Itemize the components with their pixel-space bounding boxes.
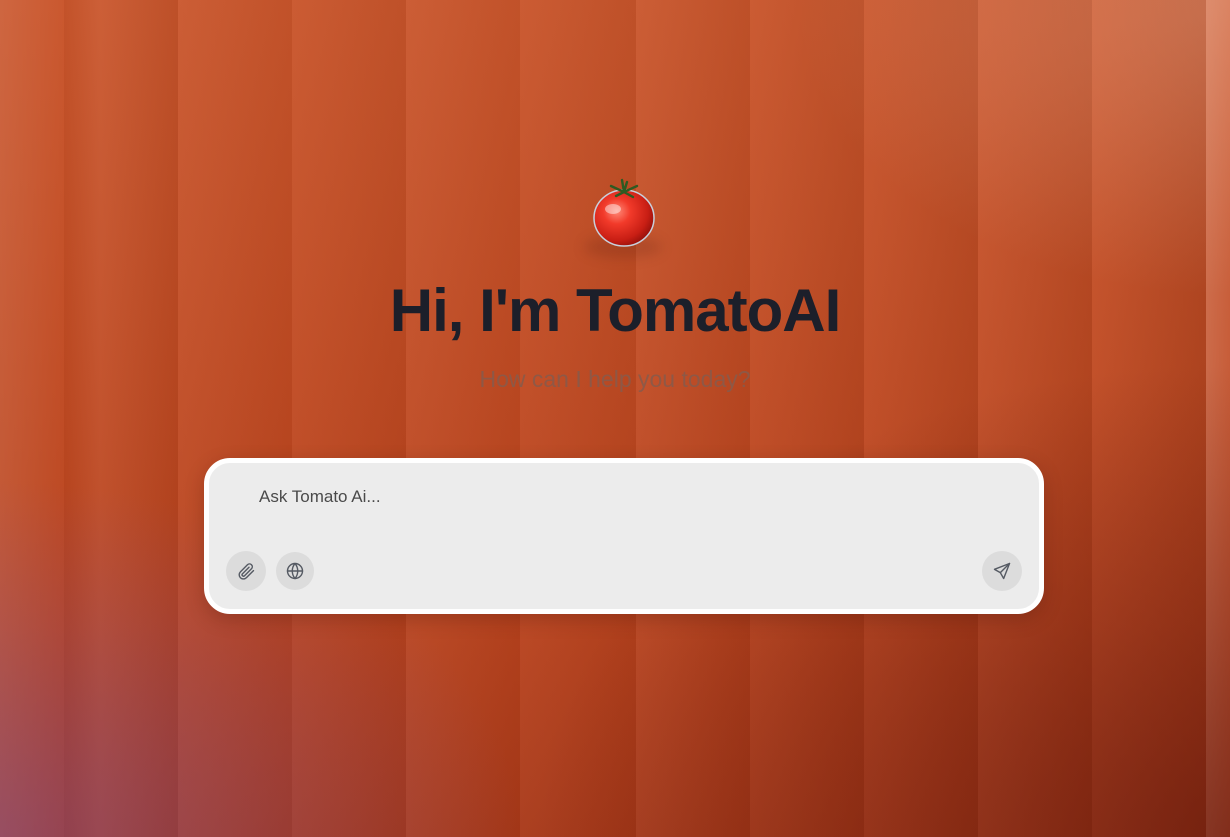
page-background	[0, 0, 1230, 837]
chat-input[interactable]	[257, 485, 981, 537]
send-button[interactable]	[982, 551, 1022, 591]
tomato-icon	[589, 176, 659, 248]
paperclip-icon	[238, 563, 255, 580]
attach-button[interactable]	[226, 551, 266, 591]
page-title: Hi, I'm TomatoAI	[389, 277, 842, 344]
web-search-button[interactable]	[276, 552, 314, 590]
chat-composer	[204, 458, 1044, 614]
page-subtitle: How can I help you today?	[479, 366, 751, 392]
globe-icon	[286, 562, 304, 580]
send-icon	[993, 562, 1011, 580]
